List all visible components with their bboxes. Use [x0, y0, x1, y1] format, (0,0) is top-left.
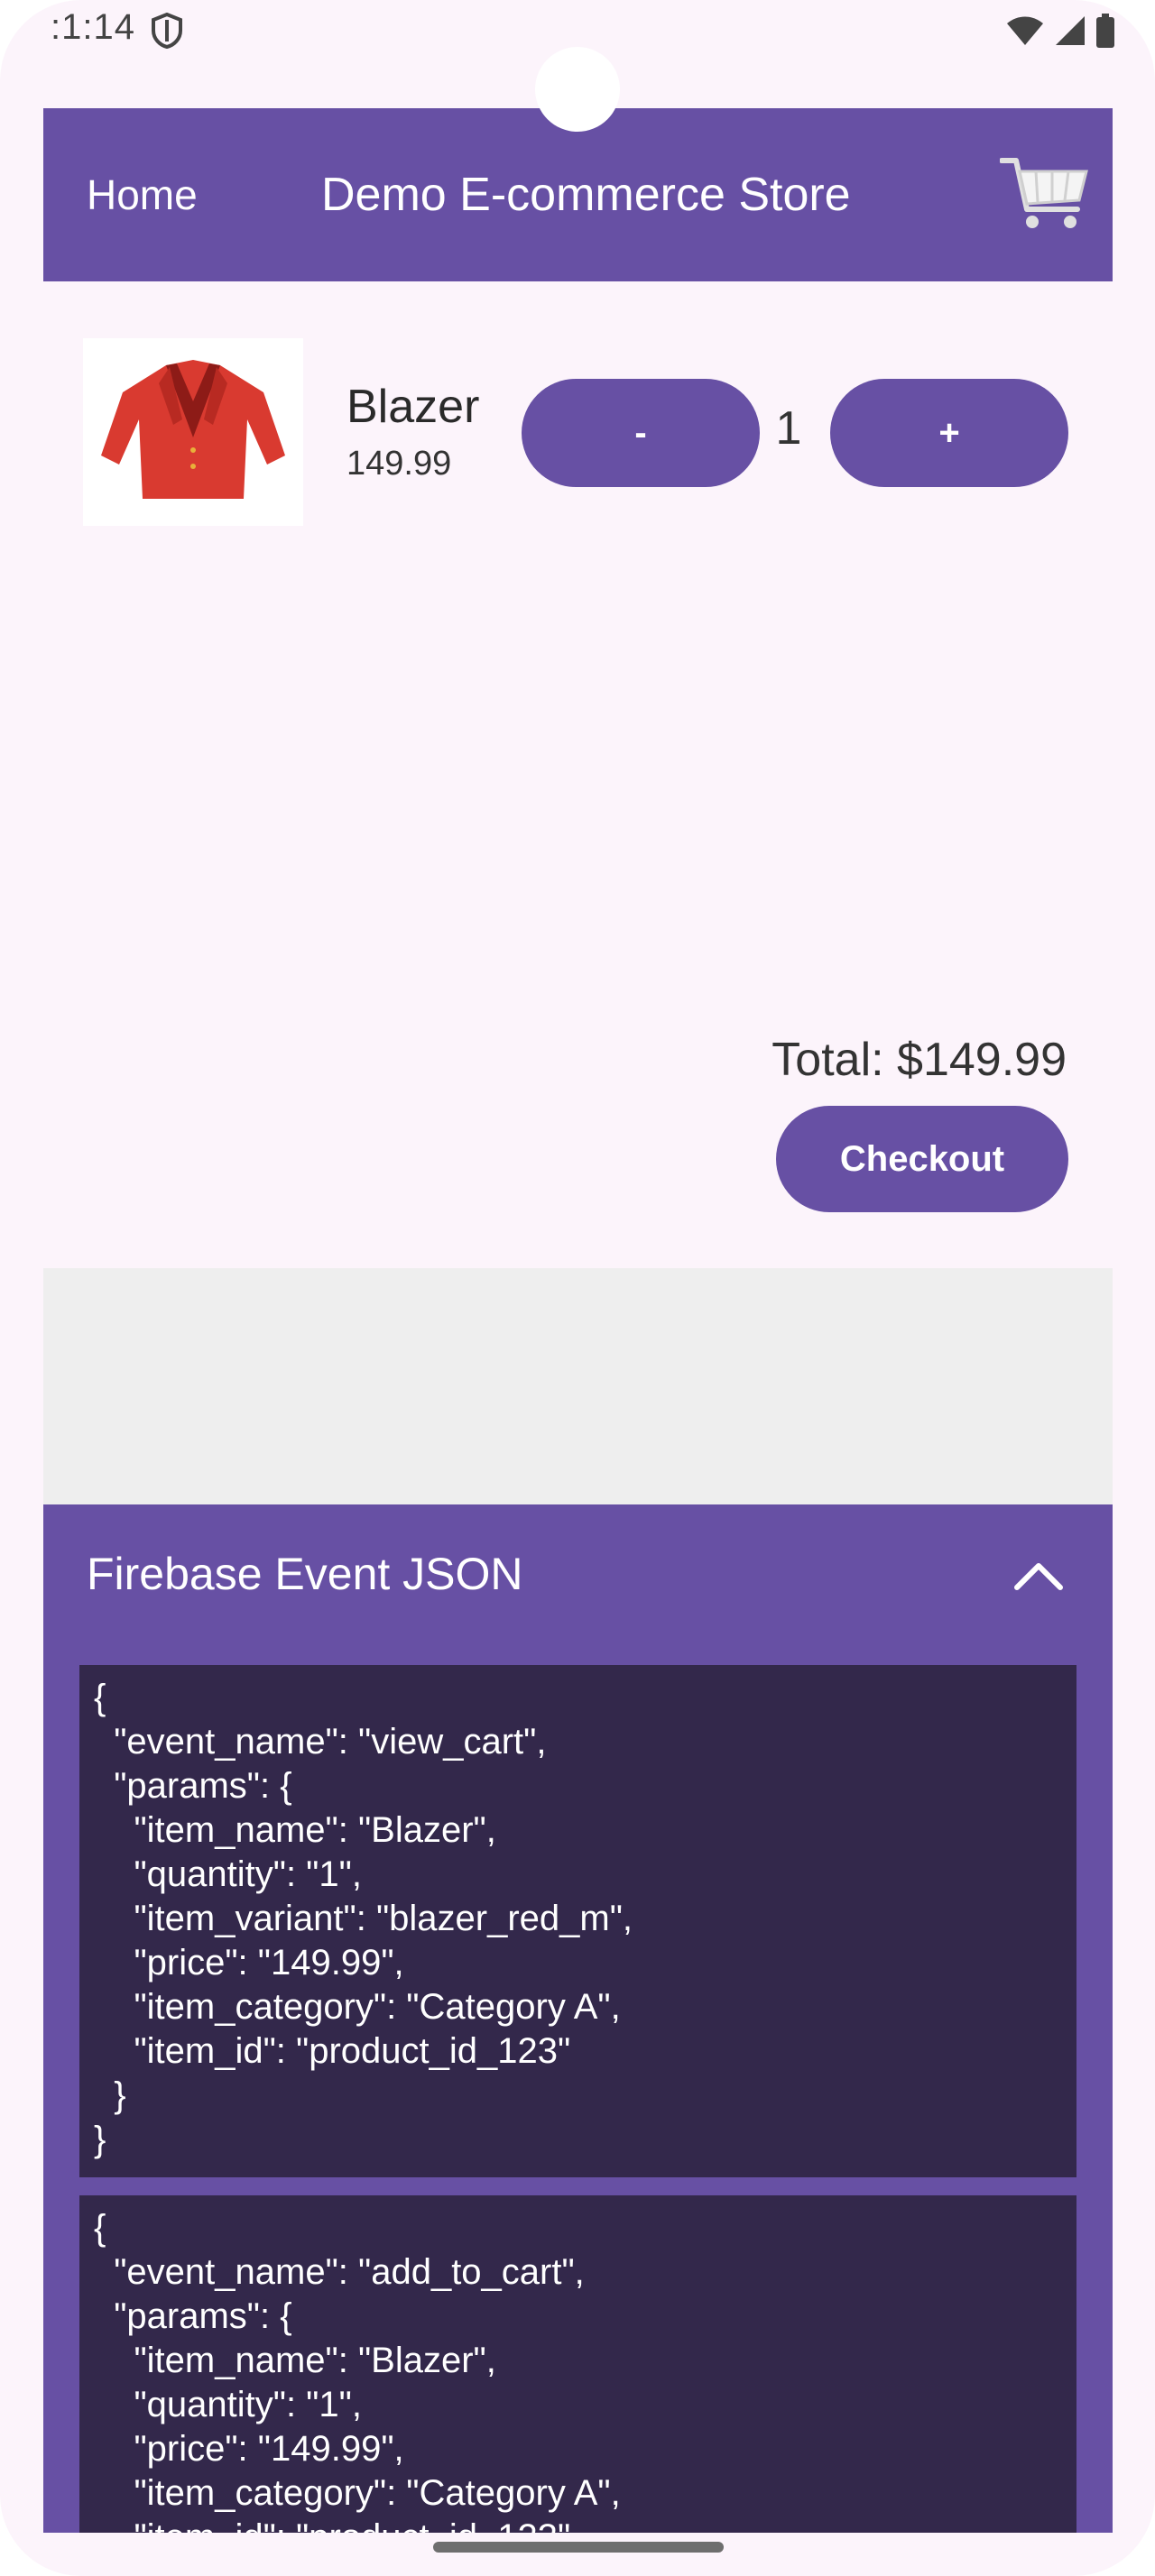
phone-screen: :1:14 Home Demo E-commerce Store Blazer …	[0, 0, 1155, 2576]
cart-total: Total: $149.99	[772, 1034, 1067, 1086]
status-time: :1:14	[51, 7, 135, 47]
wifi-icon	[1007, 16, 1043, 45]
signal-icon	[1056, 16, 1085, 45]
quantity-value: 1	[775, 402, 802, 455]
event-json-add-to-cart: { "event_name": "add_to_cart", "params":…	[79, 2195, 1076, 2533]
status-icons	[1005, 13, 1115, 49]
ad-placeholder-panel	[43, 1268, 1113, 1504]
home-indicator[interactable]	[433, 2542, 724, 2553]
event-json-view-cart: { "event_name": "view_cart", "params": {…	[79, 1665, 1076, 2177]
product-price: 149.99	[346, 445, 452, 483]
increase-quantity-button[interactable]: +	[830, 379, 1068, 487]
battery-icon	[1096, 14, 1114, 48]
checkout-button[interactable]: Checkout	[776, 1106, 1068, 1212]
product-name: Blazer	[346, 381, 480, 433]
shield-icon	[152, 13, 182, 49]
app-title: Demo E-commerce Store	[321, 169, 851, 221]
firebase-event-panel: Firebase Event JSON { "event_name": "vie…	[43, 1504, 1113, 2533]
camera-cutout	[535, 47, 620, 132]
firebase-panel-title: Firebase Event JSON	[87, 1549, 523, 1599]
decrease-quantity-button[interactable]: -	[522, 379, 760, 487]
cart-item-row: Blazer 149.99 - 1 +	[83, 338, 1068, 528]
blazer-image	[101, 360, 285, 499]
product-image	[83, 338, 303, 526]
shopping-cart-icon[interactable]	[1000, 153, 1090, 235]
chevron-up-icon[interactable]	[1012, 1557, 1066, 1593]
home-link[interactable]: Home	[87, 108, 198, 281]
app-bar: Home Demo E-commerce Store	[43, 108, 1113, 281]
